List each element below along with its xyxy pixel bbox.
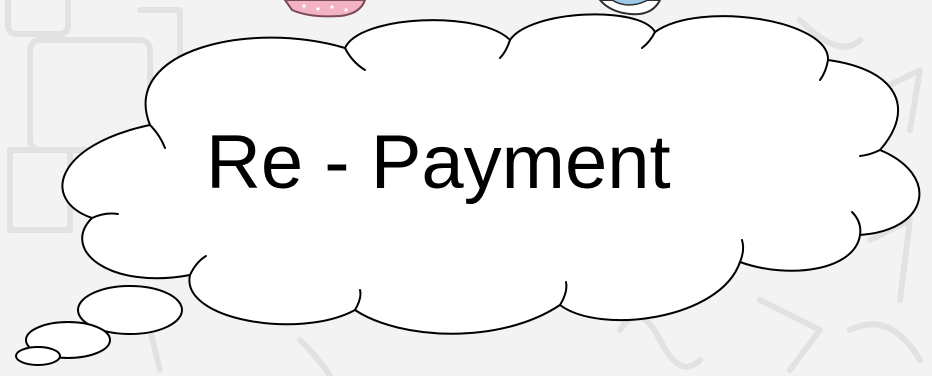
thought-bubble-slide: Re - Payment [0, 0, 932, 376]
trail-bubble-small [15, 346, 61, 366]
bubble-title: Re - Payment [206, 120, 671, 205]
